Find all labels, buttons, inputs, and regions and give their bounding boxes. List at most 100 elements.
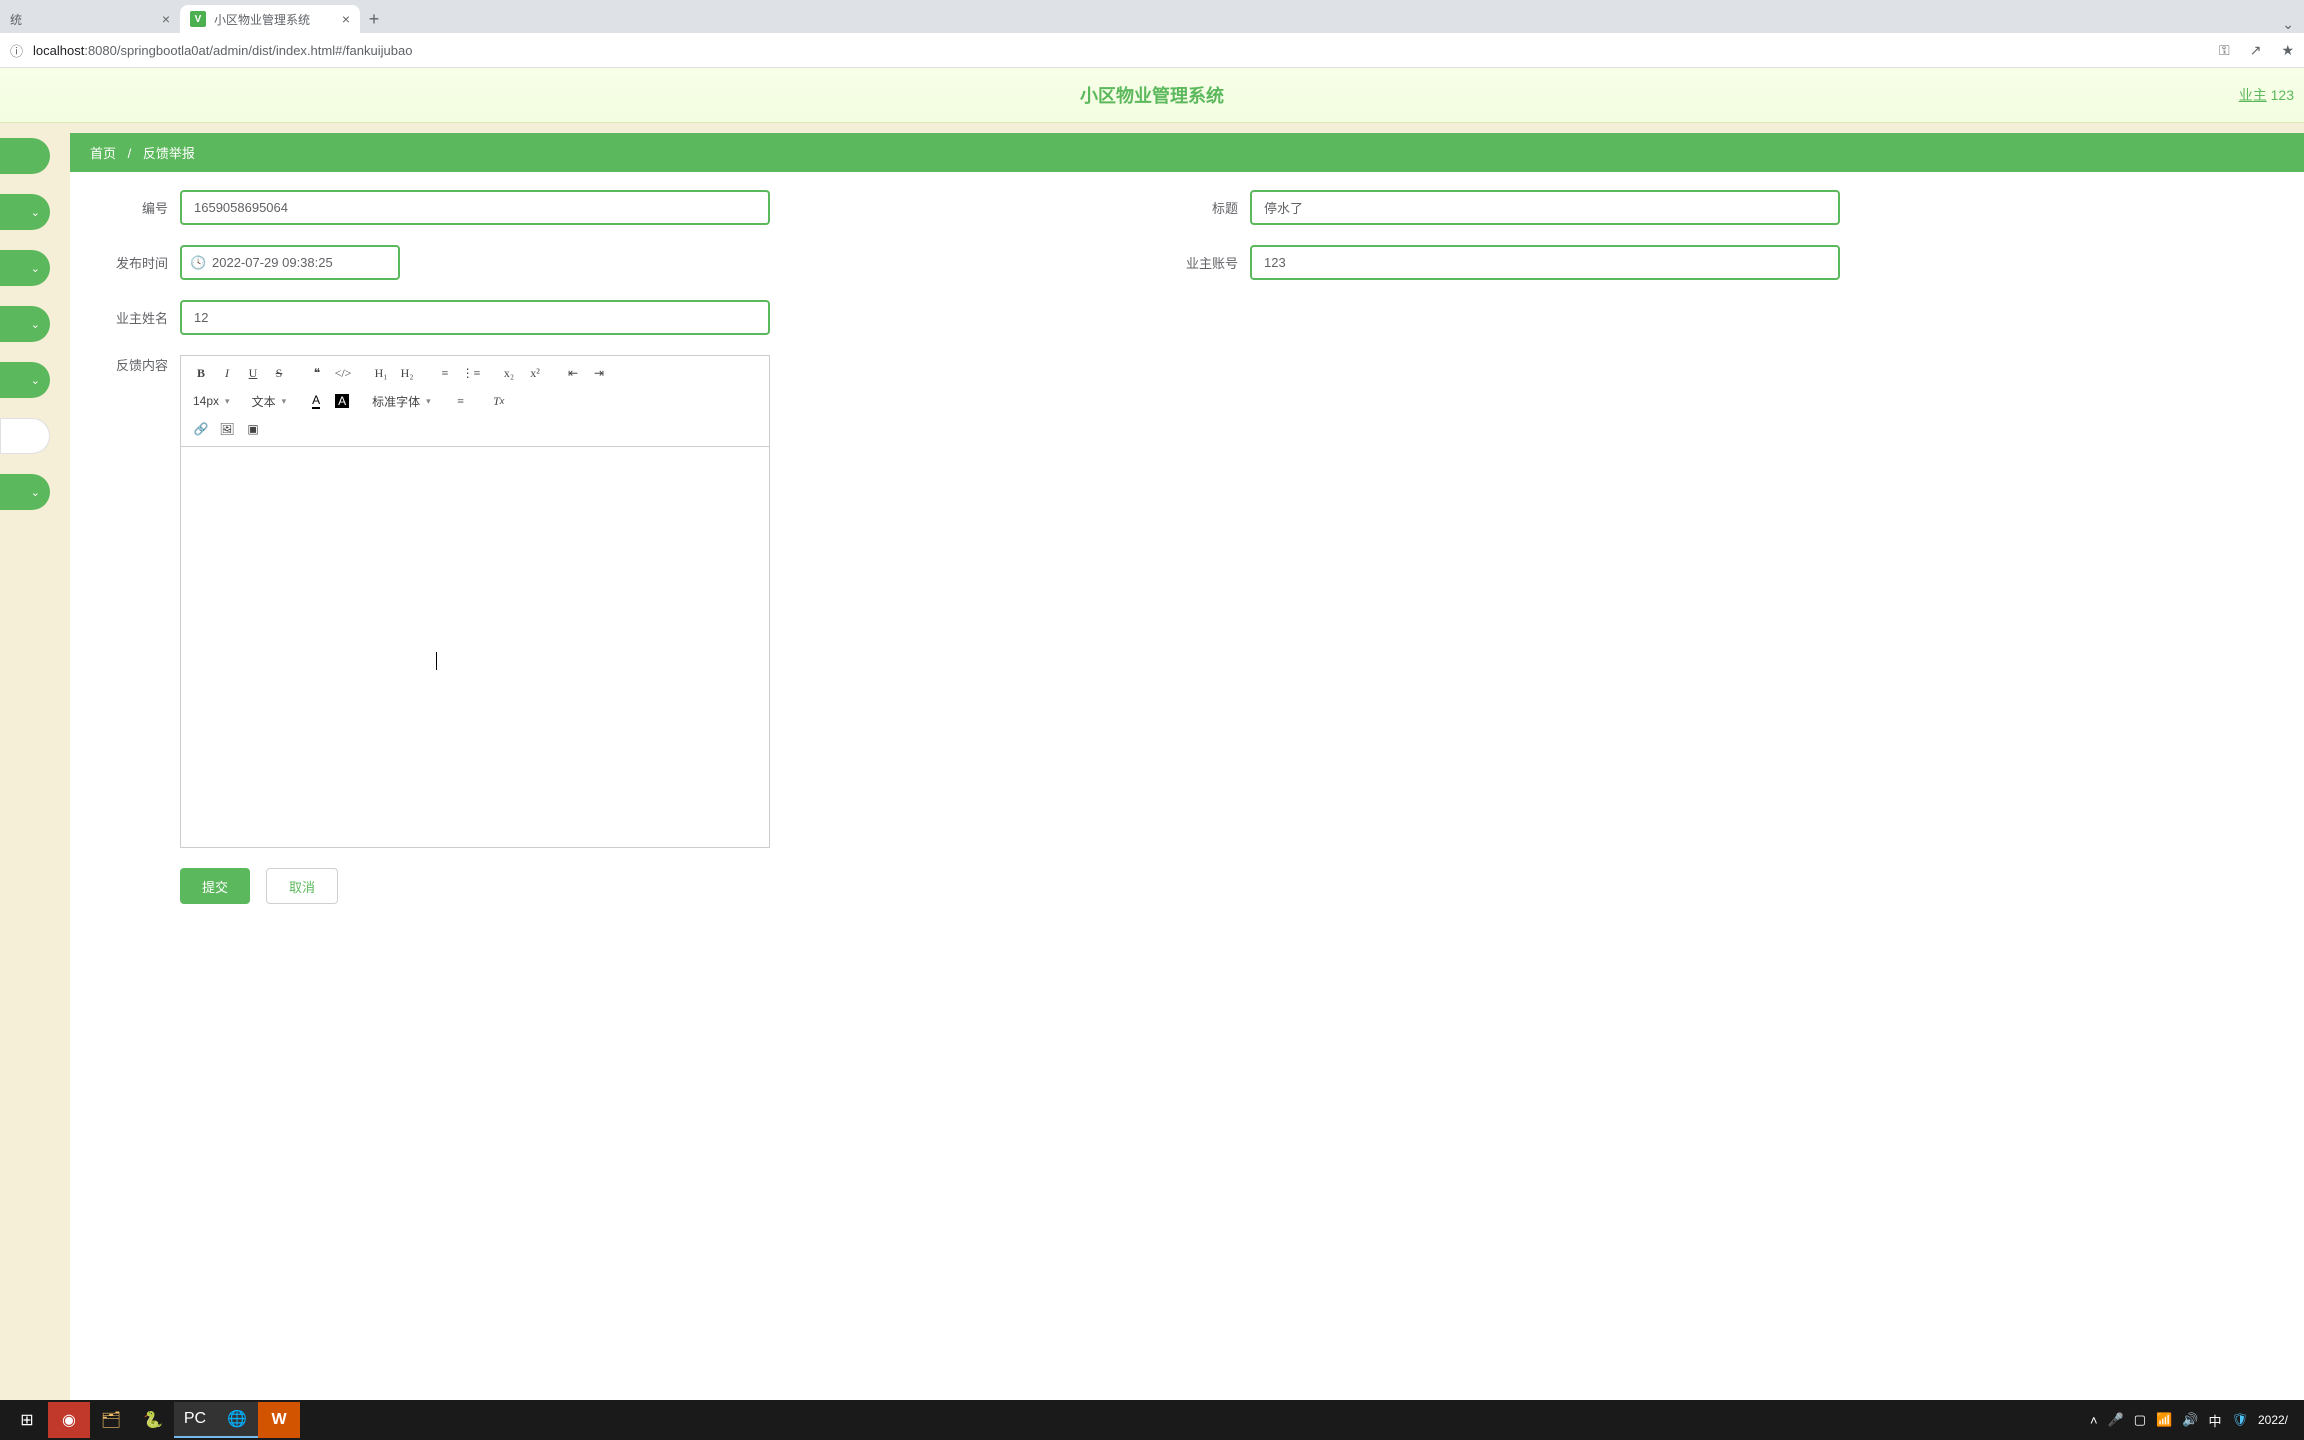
sidebar-item-5[interactable]: ⌄	[0, 362, 50, 398]
url-path[interactable]: :8080/springbootla0at/admin/dist/index.h…	[84, 43, 412, 58]
h1-button[interactable]: H₁	[369, 362, 393, 384]
main-content: 首页 / 反馈举报 编号 标题 发布时间 🕓	[70, 133, 2304, 1400]
sidebar-item-6[interactable]	[0, 418, 50, 454]
windows-taskbar: ⊞ ◉ 🗂 🐍 PC 🌐 W ˄ 🎤 ▢ 📶 🔊 中 🛡 2022/	[0, 1400, 2304, 1440]
outdent-button[interactable]: ⇤	[561, 362, 585, 384]
battery-icon[interactable]: ▢	[2134, 1412, 2146, 1428]
app-header: 小区物业管理系统 业主 123	[0, 68, 2304, 123]
label-yezhuxingming: 业主姓名	[90, 308, 180, 327]
taskbar-app-wps[interactable]: W	[258, 1402, 300, 1438]
code-button[interactable]: </>	[331, 362, 355, 384]
address-bar: ⓘ localhost:8080/springbootla0at/admin/d…	[0, 33, 2304, 68]
security-icon[interactable]: 🛡	[2231, 1412, 2248, 1428]
subscript-button[interactable]: x₂	[497, 362, 521, 384]
close-icon[interactable]: ×	[342, 11, 350, 27]
label-fabushijian: 发布时间	[90, 253, 180, 272]
key-icon[interactable]: ⚿	[2219, 42, 2230, 59]
breadcrumb-home[interactable]: 首页	[90, 146, 116, 161]
chevron-down-icon: ⌄	[31, 486, 40, 499]
underline-button[interactable]: U	[241, 362, 265, 384]
input-fabushijian[interactable]	[180, 245, 400, 280]
fontsize-value: 14px	[193, 394, 219, 408]
link-button[interactable]: 🔗	[189, 418, 213, 440]
tabs-dropdown-icon[interactable]: ⌄	[2282, 16, 2294, 33]
taskview-icon[interactable]: ⊞	[6, 1402, 48, 1438]
browser-tab-strip: 统 × V 小区物业管理系统 × + ⌄	[0, 0, 2304, 33]
strike-button[interactable]: S	[267, 362, 291, 384]
sidebar-item-1[interactable]	[0, 138, 50, 174]
clock-icon: 🕓	[190, 255, 206, 271]
editor-toolbar: B I U S ❝ </> H₁ H₂ ≡ ⋮≡	[181, 356, 769, 447]
quote-button[interactable]: ❝	[305, 362, 329, 384]
sidebar-item-7[interactable]: ⌄	[0, 474, 50, 510]
share-icon[interactable]: ↗	[2250, 42, 2262, 59]
clock-date[interactable]: 2022/	[2258, 1413, 2288, 1427]
taskbar-app-chrome[interactable]: 🌐	[216, 1402, 258, 1438]
rich-editor: B I U S ❝ </> H₁ H₂ ≡ ⋮≡	[180, 355, 770, 848]
chevron-down-icon: ▾	[282, 396, 287, 407]
info-icon[interactable]: ⓘ	[10, 41, 23, 60]
align-button[interactable]: ≡	[449, 390, 473, 412]
bold-button[interactable]: B	[189, 362, 213, 384]
app-title: 小区物业管理系统	[1080, 82, 1224, 108]
taskbar-app-netease[interactable]: ◉	[48, 1402, 90, 1438]
input-bianhao[interactable]	[180, 190, 770, 225]
close-icon[interactable]: ×	[162, 11, 170, 27]
breadcrumb: 首页 / 反馈举报	[70, 133, 2304, 172]
mic-icon[interactable]: 🎤	[2108, 1412, 2124, 1428]
tray-chevron-icon[interactable]: ˄	[2090, 1413, 2098, 1428]
tab-title: 小区物业管理系统	[214, 11, 310, 28]
chevron-down-icon: ⌄	[31, 262, 40, 275]
chevron-down-icon: ▾	[225, 396, 230, 407]
taskbar-app-3[interactable]: 🐍	[132, 1402, 174, 1438]
system-tray: ˄ 🎤 ▢ 📶 🔊 中 🛡 2022/	[2090, 1411, 2298, 1430]
sidebar-item-2[interactable]: ⌄	[0, 194, 50, 230]
sidebar-item-3[interactable]: ⌄	[0, 250, 50, 286]
input-yezhuxingming[interactable]	[180, 300, 770, 335]
label-bianhao: 编号	[90, 198, 180, 217]
ordered-list-button[interactable]: ≡	[433, 362, 457, 384]
ime-indicator[interactable]: 中	[2208, 1411, 2221, 1430]
input-yezhuzhanghao[interactable]	[1250, 245, 1840, 280]
sidebar-item-4[interactable]: ⌄	[0, 306, 50, 342]
browser-tab-1[interactable]: 统 ×	[0, 5, 180, 33]
taskbar-app-explorer[interactable]: 🗂	[90, 1402, 132, 1438]
volume-icon[interactable]: 🔊	[2182, 1412, 2198, 1428]
user-info[interactable]: 业主 123	[2239, 85, 2294, 105]
clear-format-button[interactable]: Tx	[487, 390, 511, 412]
bullet-list-button[interactable]: ⋮≡	[459, 362, 483, 384]
button-row: 提交 取消	[90, 868, 2284, 904]
style-select[interactable]: 文本 ▾	[252, 393, 287, 410]
indent-button[interactable]: ⇥	[587, 362, 611, 384]
bg-color-button[interactable]: A	[330, 390, 354, 412]
breadcrumb-current: 反馈举报	[143, 146, 195, 161]
video-button[interactable]: ▣	[241, 418, 265, 440]
font-select[interactable]: 标准字体 ▾	[372, 393, 431, 410]
vue-favicon-icon: V	[190, 11, 206, 27]
h2-button[interactable]: H₂	[395, 362, 419, 384]
submit-button[interactable]: 提交	[180, 868, 250, 904]
chevron-down-icon: ⌄	[31, 206, 40, 219]
image-button[interactable]: 🖼	[215, 418, 239, 440]
breadcrumb-sep: /	[128, 146, 132, 161]
user-name: 123	[2271, 87, 2294, 103]
star-icon[interactable]: ★	[2281, 42, 2294, 59]
superscript-button[interactable]: x²	[523, 362, 547, 384]
editor-body[interactable]	[181, 447, 769, 847]
chevron-down-icon: ▾	[426, 396, 431, 407]
cancel-button[interactable]: 取消	[266, 868, 338, 904]
page-body: ⌄ ⌄ ⌄ ⌄ ⌄ 首页 / 反馈举报 编号 标题	[0, 123, 2304, 1400]
label-biaoti: 标题	[1160, 198, 1250, 217]
italic-button[interactable]: I	[215, 362, 239, 384]
new-tab-button[interactable]: +	[360, 5, 388, 33]
wifi-icon[interactable]: 📶	[2156, 1412, 2172, 1428]
text-cursor	[436, 652, 437, 670]
input-biaoti[interactable]	[1250, 190, 1840, 225]
text-color-button[interactable]: A	[304, 390, 328, 412]
url-host[interactable]: localhost	[33, 43, 84, 58]
taskbar-app-pycharm[interactable]: PC	[174, 1402, 216, 1438]
sidebar: ⌄ ⌄ ⌄ ⌄ ⌄	[0, 123, 70, 1400]
label-fankuineirong: 反馈内容	[90, 355, 180, 374]
fontsize-select[interactable]: 14px ▾	[193, 394, 230, 408]
browser-tab-2[interactable]: V 小区物业管理系统 ×	[180, 5, 360, 33]
